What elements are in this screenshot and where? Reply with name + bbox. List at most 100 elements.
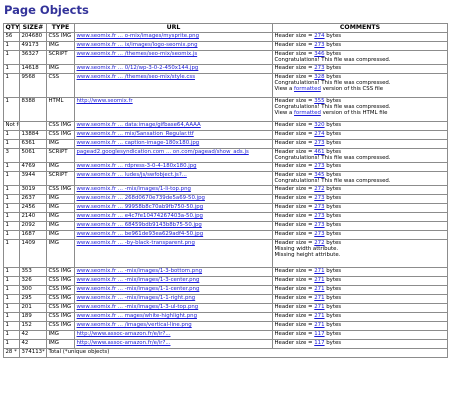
cell-url: www.seomix.fr ... -mix/images/1-3-bottom… [74,267,273,277]
header-size-link[interactable]: 273 [314,205,324,211]
object-url-link[interactable]: www.seomix.fr ... o-mix/images/mysprite.… [77,34,200,40]
cell-size: 2456 [19,203,47,213]
header-qty: QTY [3,23,20,33]
cell-comments: Header size = 273 bytes [272,194,448,204]
object-url-link[interactable]: www.seomix.fr ... -mix/images/1-3-center… [77,278,200,284]
cell-comments: Header size = 117 bytes [272,330,448,340]
cell-comments: Header size = 271 bytes [272,294,448,304]
object-url-link[interactable]: www.seomix.fr ... mages/white-highlight.… [77,314,198,320]
header-size-link[interactable]: 271 [314,269,324,275]
object-url-link[interactable]: www.seomix.fr ... -mix/images/1-3-bottom… [77,269,203,275]
header-size-link[interactable]: 271 [314,278,324,284]
cell-size: 4769 [19,162,47,172]
object-url-link[interactable]: www.seomix.fr ... 68459bdb9143b8b75-50.j… [77,223,202,229]
header-size-link[interactable]: 273 [314,232,324,238]
cell-qty: 1 [3,139,20,149]
table-row: 1 2637 IMG www.seomix.fr ... 268d0670e739de… [3,194,448,204]
cell-comments: Header size = 320 bytes [272,121,448,131]
cell-size: 189 [19,312,47,322]
header-size-link[interactable]: 117 [314,332,324,338]
header-size-link[interactable]: 273 [314,141,324,147]
cell-qty: 1 [3,64,20,74]
object-url-link[interactable]: www.seomix.fr ... -mix/images/1-1-right.… [77,296,196,302]
cell-comments: Header size = 273 bytes [272,221,448,231]
table-row: 1 2456 IMG www.seomix.fr ... 99958b8c70ab9f… [3,203,448,213]
formatted-link[interactable]: formatted [294,86,321,92]
cell-type: HTML [46,97,75,122]
object-url-link[interactable]: www.seomix.fr ... /themes/seo-mix/style.… [77,75,196,81]
object-url-link[interactable]: http://www.assoc-amazon.fr/e/ir?... [77,332,171,338]
formatted-link[interactable]: formatted [294,110,321,116]
table-row: 1 6361 IMG www.seomix.fr ... caption-image-… [3,139,448,149]
object-url-link[interactable]: www.seomix.fr ... caption-image-180x180.… [77,141,200,147]
object-url-link[interactable]: www.seomix.fr ... -mix/images/1-1-center… [77,287,200,293]
object-url-link[interactable]: www.seomix.fr ... 99958b8c70ab9fb750-50.… [77,205,204,211]
cell-type: CSS IMG [46,185,75,195]
cell-url: http://www.assoc-amazon.fr/e/ir?... [74,339,273,349]
header-size-link[interactable]: 271 [314,323,324,329]
object-url-link[interactable]: www.seomix.fr ... ludes/js/swfobject.js?… [77,173,187,179]
object-url-link[interactable]: pagead2.googlesyndication.com ... on.com… [77,150,249,156]
cell-comments: Header size = 272 bytes [272,185,448,195]
header-comments: COMMENTS [272,23,448,33]
comment-line: Header size = 273 bytes [274,163,342,170]
comment-line: Header size = 271 bytes [274,277,342,284]
header-size-link[interactable]: 273 [314,164,324,170]
object-url-link[interactable]: www.seomix.fr ... 268d0670e739de5a69-50.… [77,196,205,202]
object-url-link[interactable]: www.seomix.fr ... -by-black-transparent.… [77,241,195,247]
cell-size: 49173 [19,41,47,51]
object-url-link[interactable]: www.seomix.fr ... data:image/gifbase64,A… [77,123,201,129]
cell-type: IMG [46,41,75,51]
cell-url: www.seomix.fr ... 68459bdb9143b8b75-50.j… [74,221,273,231]
cell-type: IMG [46,330,75,340]
cell-comments: Header size = 271 bytes [272,267,448,277]
cell-size: 5061 [19,148,47,163]
cell-size: 3019 [19,185,47,195]
cell-qty: 1 [3,73,20,98]
header-size-link[interactable]: 271 [314,287,324,293]
object-url-link[interactable]: www.seomix.fr ... ix/images/logo-seomix.… [77,43,198,49]
cell-type: CSS IMG [46,32,75,42]
object-url-link[interactable]: http://www.assoc-amazon.fr/e/ir?... [77,341,171,347]
header-size-link[interactable]: 320 [314,123,324,129]
cell-url: www.seomix.fr ... ix/images/logo-seomix.… [74,41,273,51]
object-url-link[interactable]: www.seomix.fr ... mix/Sansation_Regular.… [77,132,194,138]
object-url-link[interactable]: www.seomix.fr ... be961de93ea629adf4-50.… [77,232,204,238]
header-size-link[interactable]: 273 [314,66,324,72]
header-size-link[interactable]: 272 [314,187,324,193]
table-row: 1 152 CSS IMG www.seomix.fr ... /images/ver… [3,321,448,331]
cell-type: SCRIPT [46,148,75,163]
object-url-link[interactable]: www.seomix.fr ... -mix/images/1-3-ul-top… [77,305,199,311]
header-size-link[interactable]: 273 [314,196,324,202]
cell-comments: Header size = 328 bytes Congratulations! … [272,73,448,98]
header-size-link[interactable]: 274 [314,34,324,40]
object-url-link[interactable]: www.seomix.fr ... /themes/seo-mix/seomix… [77,52,198,58]
object-url-link[interactable]: www.seomix.fr ... 0/12/wp-3-0-2-450x144.… [77,66,199,72]
header-size-link[interactable]: 117 [314,341,324,347]
cell-type: SCRIPT [46,50,75,65]
cell-size: 9568 [19,73,47,98]
cell-size: 42 [19,339,47,349]
cell-type: CSS IMG [46,303,75,313]
header-size-link[interactable]: 273 [314,43,324,49]
header-size-link[interactable]: 273 [314,223,324,229]
cell-url: www.seomix.fr ... /themes/seo-mix/seomix… [74,50,273,65]
object-url-link[interactable]: www.seomix.fr ... e4c7fe10474267403a-50.… [77,214,203,220]
comment-line: Header size = 271 bytes [274,313,342,320]
object-url-link[interactable]: www.seomix.fr ... rdpress-3-0-4-180x180.… [77,164,197,170]
header-size-link[interactable]: 273 [314,214,324,220]
object-url-link[interactable]: www.seomix.fr ... /images/vertical-line.… [77,323,192,329]
comment-line: Congratulations! This file was compresse… [274,155,391,161]
cell-qty: 1 [3,203,20,213]
cell-comments: Header size = 117 bytes [272,339,448,349]
header-size-link[interactable]: 271 [314,314,324,320]
cell-comments: Header size = 345 bytes Congratulations! … [272,171,448,186]
cell-url: www.seomix.fr ... be961de93ea629adf4-50.… [74,230,273,240]
object-url-link[interactable]: http://www.seomix.fr [77,99,133,105]
header-size-link[interactable]: 274 [314,132,324,138]
table-row: 1 13884 CSS IMG www.seomix.fr ... mix/Sansa… [3,130,448,140]
header-size-link[interactable]: 271 [314,305,324,311]
header-size-link[interactable]: 271 [314,296,324,302]
object-url-link[interactable]: www.seomix.fr ... -mix/images/1-li-top.p… [77,187,191,193]
cell-type: CSS IMG [46,130,75,140]
